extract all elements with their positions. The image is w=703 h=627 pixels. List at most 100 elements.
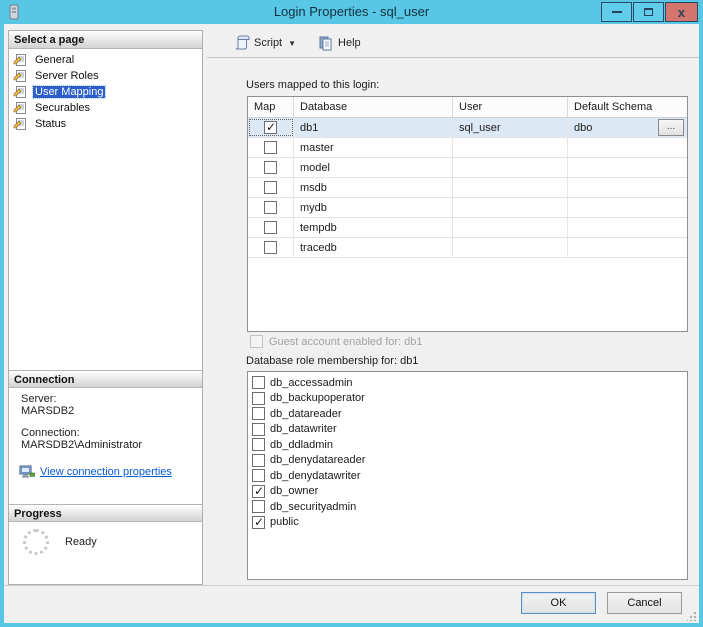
- sidebar-item-securables[interactable]: Securables: [9, 100, 202, 116]
- user-cell[interactable]: [453, 138, 568, 157]
- sidebar-item-user-mapping[interactable]: User Mapping: [9, 84, 202, 100]
- default-schema-cell[interactable]: [568, 138, 687, 157]
- role-item-db-accessadmin[interactable]: db_accessadmin: [252, 375, 687, 391]
- table-row-db1[interactable]: db1sql_userdbo...: [248, 118, 687, 138]
- toolbar: Script ▼ Help: [230, 31, 365, 55]
- user-cell[interactable]: [453, 178, 568, 197]
- database-cell[interactable]: tracedb: [294, 238, 453, 257]
- close-button[interactable]: x: [665, 2, 698, 22]
- map-cell: [248, 138, 294, 157]
- window-border-bottom: [0, 623, 703, 627]
- browse-schema-button[interactable]: ...: [658, 119, 684, 136]
- sidebar-item-server-roles[interactable]: Server Roles: [9, 68, 202, 84]
- column-header-default-schema: Default Schema: [574, 101, 653, 113]
- default-schema-cell[interactable]: [568, 178, 687, 197]
- login-properties-window: Login Properties - sql_user x Select a p…: [0, 0, 703, 627]
- map-checkbox[interactable]: [264, 241, 277, 254]
- user-cell[interactable]: [453, 218, 568, 237]
- footer-divider: [4, 585, 699, 586]
- map-checkbox[interactable]: [264, 221, 277, 234]
- role-item-db-datareader[interactable]: db_datareader: [252, 406, 687, 422]
- guest-account-row: Guest account enabled for: db1: [250, 335, 423, 348]
- toolbar-divider: [207, 57, 699, 58]
- progress-spinner-icon: [23, 529, 49, 555]
- database-cell[interactable]: msdb: [294, 178, 453, 197]
- table-row-msdb[interactable]: msdb: [248, 178, 687, 198]
- select-a-page-header: Select a page: [9, 31, 202, 49]
- maximize-button[interactable]: [633, 2, 664, 22]
- role-item-db-securityadmin[interactable]: db_securityadmin: [252, 499, 687, 515]
- column-header-database: Database: [294, 97, 453, 117]
- column-header-map: Map: [248, 97, 294, 117]
- database-cell[interactable]: tempdb: [294, 218, 453, 237]
- map-checkbox[interactable]: [264, 201, 277, 214]
- role-checkbox[interactable]: [252, 453, 265, 467]
- database-cell[interactable]: mydb: [294, 198, 453, 217]
- map-checkbox[interactable]: [264, 161, 277, 174]
- map-cell: [248, 238, 294, 257]
- map-cell: [248, 218, 294, 237]
- help-button[interactable]: Help: [314, 33, 365, 53]
- user-cell[interactable]: [453, 198, 568, 217]
- sidebar-item-label: Status: [35, 118, 67, 130]
- database-cell[interactable]: model: [294, 158, 453, 177]
- user-cell[interactable]: sql_user: [453, 118, 568, 137]
- role-checkbox[interactable]: [252, 469, 265, 483]
- user-cell[interactable]: [453, 158, 568, 177]
- database-cell[interactable]: master: [294, 138, 453, 157]
- role-item-db-ddladmin[interactable]: db_ddladmin: [252, 437, 687, 453]
- maximize-icon: [644, 8, 653, 16]
- sidebar: Select a page General Server Roles User Ma…: [8, 30, 203, 585]
- role-checkbox[interactable]: [252, 391, 265, 405]
- connection-header: Connection: [9, 370, 202, 388]
- map-checkbox[interactable]: [264, 121, 277, 134]
- minimize-button[interactable]: [601, 2, 632, 22]
- role-checkbox[interactable]: [252, 515, 265, 529]
- role-checkbox[interactable]: [252, 376, 265, 390]
- sidebar-item-general[interactable]: General: [9, 52, 202, 68]
- sidebar-item-status[interactable]: Status: [9, 116, 202, 132]
- connection-label: Connection:: [21, 427, 80, 439]
- cancel-button[interactable]: Cancel: [607, 592, 682, 614]
- user-mapping-table[interactable]: MapDatabaseUser Default Schema db1sql_use…: [247, 96, 688, 332]
- role-checkbox[interactable]: [252, 407, 265, 421]
- role-checkbox[interactable]: [252, 438, 265, 452]
- role-checkbox[interactable]: [252, 422, 265, 436]
- connection-properties-icon: [19, 465, 35, 478]
- role-item-db-denydatawriter[interactable]: db_denydatawriter: [252, 468, 687, 484]
- default-schema-cell[interactable]: [568, 158, 687, 177]
- map-cell: [248, 198, 294, 217]
- default-schema-cell[interactable]: dbo...: [568, 118, 687, 137]
- table-row-model[interactable]: model: [248, 158, 687, 178]
- role-item-db-denydatareader[interactable]: db_denydatareader: [252, 453, 687, 469]
- script-button[interactable]: Script ▼: [230, 33, 300, 53]
- map-checkbox[interactable]: [264, 141, 277, 154]
- role-item-db-owner[interactable]: db_owner: [252, 484, 687, 500]
- database-roles-list[interactable]: db_accessadmin db_backupoperator db_datare…: [247, 371, 688, 580]
- role-item-db-backupoperator[interactable]: db_backupoperator: [252, 391, 687, 407]
- map-checkbox[interactable]: [264, 181, 277, 194]
- map-cell: [248, 178, 294, 197]
- table-row-tempdb[interactable]: tempdb: [248, 218, 687, 238]
- script-icon: [235, 35, 250, 50]
- database-cell[interactable]: db1: [294, 118, 453, 137]
- role-label: db_denydatawriter: [270, 469, 361, 482]
- role-label: db_denydatareader: [270, 454, 366, 467]
- guest-account-checkbox: [250, 335, 263, 348]
- role-item-db-datawriter[interactable]: db_datawriter: [252, 422, 687, 438]
- default-schema-cell[interactable]: [568, 238, 687, 257]
- resize-grip[interactable]: [687, 611, 697, 621]
- default-schema-cell[interactable]: [568, 198, 687, 217]
- role-item-public[interactable]: public: [252, 515, 687, 531]
- user-cell[interactable]: [453, 238, 568, 257]
- ok-button[interactable]: OK: [521, 592, 596, 614]
- table-row-mydb[interactable]: mydb: [248, 198, 687, 218]
- default-schema-cell[interactable]: [568, 218, 687, 237]
- role-checkbox[interactable]: [252, 484, 265, 498]
- view-connection-properties-link[interactable]: View connection properties: [40, 466, 172, 478]
- table-row-tracedb[interactable]: tracedb: [248, 238, 687, 258]
- table-row-master[interactable]: master: [248, 138, 687, 158]
- help-button-label: Help: [338, 37, 361, 49]
- role-checkbox[interactable]: [252, 500, 265, 514]
- script-button-label: Script: [254, 37, 283, 49]
